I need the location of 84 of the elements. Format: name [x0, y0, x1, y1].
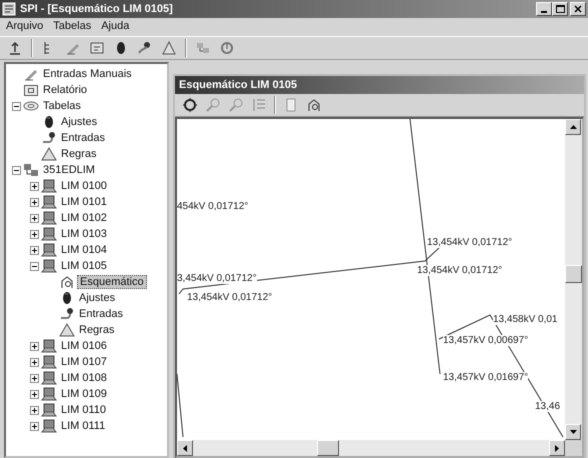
- scroll-thumb[interactable]: [565, 265, 582, 283]
- expand-icon[interactable]: [30, 358, 39, 366]
- computer-icon: [41, 402, 57, 418]
- close-icon: [574, 5, 582, 13]
- inputs-icon: [41, 130, 57, 146]
- report-icon: [23, 82, 39, 98]
- expand-icon[interactable]: [30, 198, 39, 206]
- window-title: Esquemático LIM 0105: [179, 79, 297, 91]
- minimize-button[interactable]: [536, 2, 552, 16]
- voltage-label: 13,454kV 0,01712°: [427, 237, 512, 248]
- menu-item[interactable]: Tabelas: [53, 20, 92, 32]
- menu-item[interactable]: Arquivo: [6, 20, 44, 32]
- tree-item[interactable]: LIM 0105: [59, 260, 109, 272]
- computer-icon: [41, 226, 57, 242]
- expand-icon[interactable]: [30, 406, 39, 414]
- tree-item[interactable]: Regras: [77, 324, 116, 336]
- voltage-label: 13,457kV 0,01697°: [443, 372, 528, 383]
- computer-icon: [41, 194, 57, 210]
- scroll-thumb[interactable]: [317, 440, 339, 456]
- tree-item[interactable]: LIM 0111: [59, 420, 108, 432]
- expand-icon[interactable]: [30, 214, 39, 222]
- collapse-icon[interactable]: [30, 262, 39, 270]
- tree-item[interactable]: Tabelas: [41, 100, 83, 112]
- warning-icon: [41, 146, 57, 162]
- tree-item[interactable]: LIM 0102: [59, 212, 109, 224]
- warning-icon: [59, 322, 75, 338]
- tree-item[interactable]: Entradas Manuais: [41, 68, 134, 80]
- network-icon: [23, 162, 39, 178]
- computer-icon: [41, 242, 57, 258]
- close-button[interactable]: [570, 2, 586, 16]
- expand-icon[interactable]: [30, 374, 39, 382]
- computer-icon: [41, 386, 57, 402]
- voltage-label: 13,454kV 0,01712°: [187, 292, 272, 303]
- tree-item[interactable]: Ajustes: [77, 292, 118, 304]
- vertical-scrollbar[interactable]: [565, 119, 582, 440]
- expand-icon[interactable]: [30, 422, 39, 430]
- computer-icon: [41, 418, 57, 434]
- expand-icon[interactable]: [30, 182, 39, 190]
- computer-icon: [41, 178, 57, 194]
- inputs-icon: [59, 306, 75, 322]
- tree-item[interactable]: Relatório: [41, 84, 90, 96]
- computer-icon: [41, 338, 57, 354]
- tree-item[interactable]: Esquemático: [77, 275, 147, 289]
- right-arrow-icon[interactable]: [555, 444, 559, 452]
- tree-item[interactable]: LIM 0109: [59, 388, 109, 400]
- collapse-icon[interactable]: [12, 102, 21, 110]
- app-icon: [2, 2, 16, 16]
- tree-item[interactable]: LIM 0106: [59, 340, 109, 352]
- window-title: SPI - [Esquemático LIM 0105]: [20, 3, 174, 15]
- up-arrow-icon[interactable]: [570, 125, 576, 129]
- computer-icon: [41, 258, 57, 274]
- tree-item[interactable]: Entradas: [77, 308, 126, 320]
- voltage-label: 3,454kV 0,01712°: [177, 273, 257, 284]
- maximize-button[interactable]: [552, 2, 568, 16]
- down-arrow-icon[interactable]: [570, 430, 576, 434]
- computer-icon: [41, 210, 57, 226]
- tree-item[interactable]: LIM 0103: [59, 228, 109, 240]
- tree-item[interactable]: Regras: [59, 148, 98, 160]
- tree-item[interactable]: LIM 0101: [59, 196, 109, 208]
- left-arrow-icon[interactable]: [183, 444, 187, 452]
- collapse-icon[interactable]: [12, 166, 21, 174]
- horizontal-scrollbar[interactable]: [177, 440, 565, 456]
- voltage-label: 13,454kV 0,01712°: [417, 265, 502, 276]
- expand-icon[interactable]: [30, 246, 39, 254]
- computer-icon: [41, 370, 57, 386]
- tree-item[interactable]: LIM 0104: [59, 244, 109, 256]
- tree-item[interactable]: LIM 0108: [59, 372, 109, 384]
- tree-item[interactable]: LIM 0107: [59, 356, 109, 368]
- expand-icon[interactable]: [30, 230, 39, 238]
- expand-icon[interactable]: [30, 390, 39, 398]
- menu-item[interactable]: Ajuda: [101, 20, 130, 32]
- computer-icon: [41, 354, 57, 370]
- maximize-icon: [556, 5, 564, 13]
- tree-item[interactable]: LIM 0110: [59, 404, 108, 416]
- tree-item[interactable]: 351EDLIM: [41, 164, 97, 176]
- expand-icon[interactable]: [30, 342, 39, 350]
- voltage-label: 454kV 0,01712°: [177, 201, 248, 212]
- voltage-label: 13,457kV 0,00697°: [443, 335, 528, 346]
- voltage-label: 13,46: [535, 401, 560, 412]
- tree-item[interactable]: LIM 0100: [59, 180, 109, 192]
- schematic-icon: [59, 274, 75, 290]
- tree-item[interactable]: Entradas: [59, 132, 108, 144]
- tree-item[interactable]: Ajustes: [59, 116, 100, 128]
- voltage-label: 13,458kV 0,01: [493, 314, 558, 325]
